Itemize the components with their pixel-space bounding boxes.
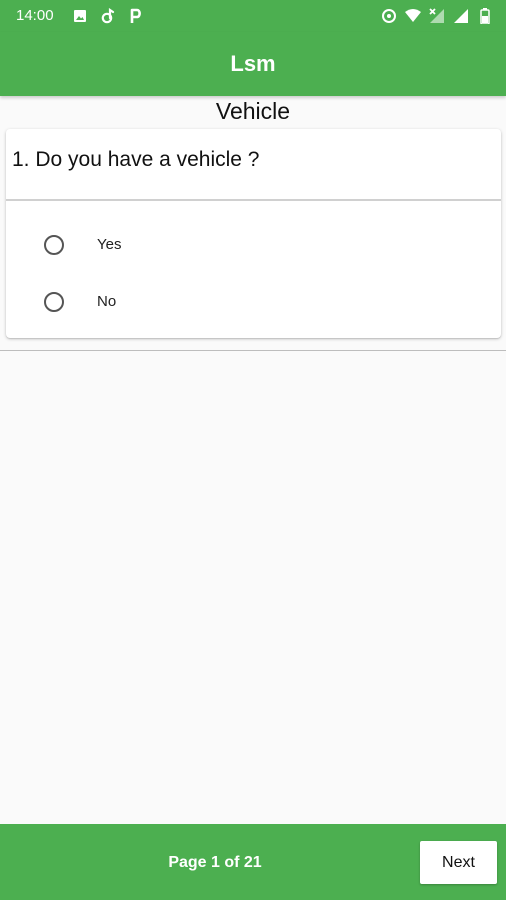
signal-x-icon — [428, 7, 446, 25]
question-divider — [6, 199, 501, 201]
next-button[interactable]: Next — [420, 841, 497, 884]
status-time: 14:00 — [16, 7, 54, 24]
option-label-no: No — [97, 293, 117, 310]
status-notification-icons — [72, 7, 156, 25]
status-system-icons — [374, 6, 494, 26]
radio-button-no[interactable] — [44, 292, 64, 312]
data-saver-icon — [380, 7, 398, 25]
option-label-yes: Yes — [97, 236, 122, 253]
content-divider — [0, 350, 506, 351]
bottom-bar: Page 1 of 21 Next — [0, 824, 506, 900]
wifi-icon — [404, 7, 422, 25]
app-bar: Lsm — [0, 32, 506, 96]
image-icon — [72, 8, 88, 24]
section-title: Vehicle — [215, 98, 291, 124]
battery-icon — [476, 7, 494, 25]
page-indicator: Page 1 of 21 — [168, 854, 262, 871]
option-no[interactable]: No — [6, 278, 501, 326]
radio-button-yes[interactable] — [44, 235, 64, 255]
question-text: 1. Do you have a vehicle ? — [12, 148, 260, 171]
option-yes[interactable]: Yes — [6, 221, 501, 269]
question-card: 1. Do you have a vehicle ? Yes No — [6, 129, 501, 338]
status-bar: 14:00 — [0, 0, 506, 32]
signal-icon — [452, 7, 470, 25]
rocket-d-icon — [100, 8, 116, 24]
app-title: Lsm — [230, 51, 276, 76]
parking-p-icon — [128, 8, 144, 24]
